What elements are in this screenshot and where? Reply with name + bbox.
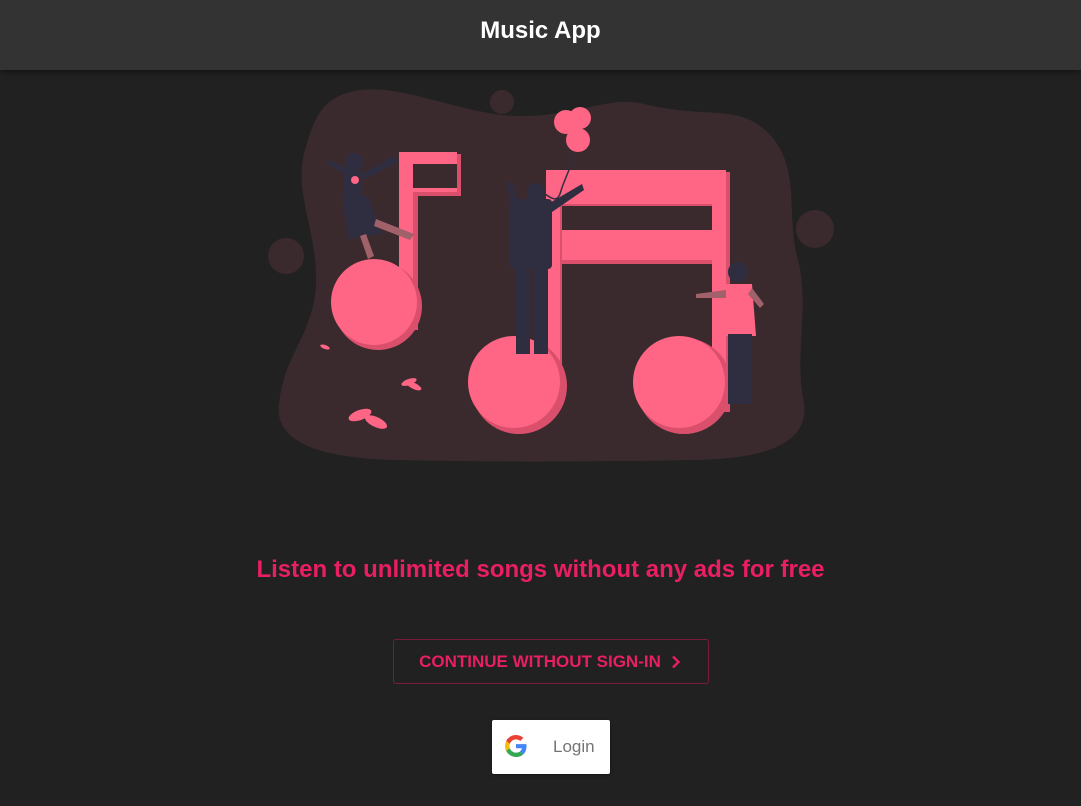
deco-circle	[765, 269, 787, 291]
tagline: Listen to unlimited songs without any ad…	[256, 556, 825, 583]
continue-button-label: CONTINUE WITHOUT SIGN-IN	[419, 651, 661, 671]
deco-circle	[796, 210, 834, 248]
deco-circle	[490, 90, 514, 114]
deco-circle	[268, 238, 304, 274]
music-illustration	[268, 89, 834, 462]
google-logo-icon	[505, 735, 527, 757]
continue-without-signin-button[interactable]: CONTINUE WITHOUT SIGN-IN	[393, 639, 709, 684]
deco-circle	[618, 102, 642, 126]
google-login-button[interactable]: Login	[492, 720, 610, 774]
chevron-right-icon	[672, 655, 681, 668]
app-bar: Music App	[0, 0, 1081, 70]
app-title: Music App	[480, 17, 601, 44]
google-login-label: Login	[553, 737, 595, 756]
